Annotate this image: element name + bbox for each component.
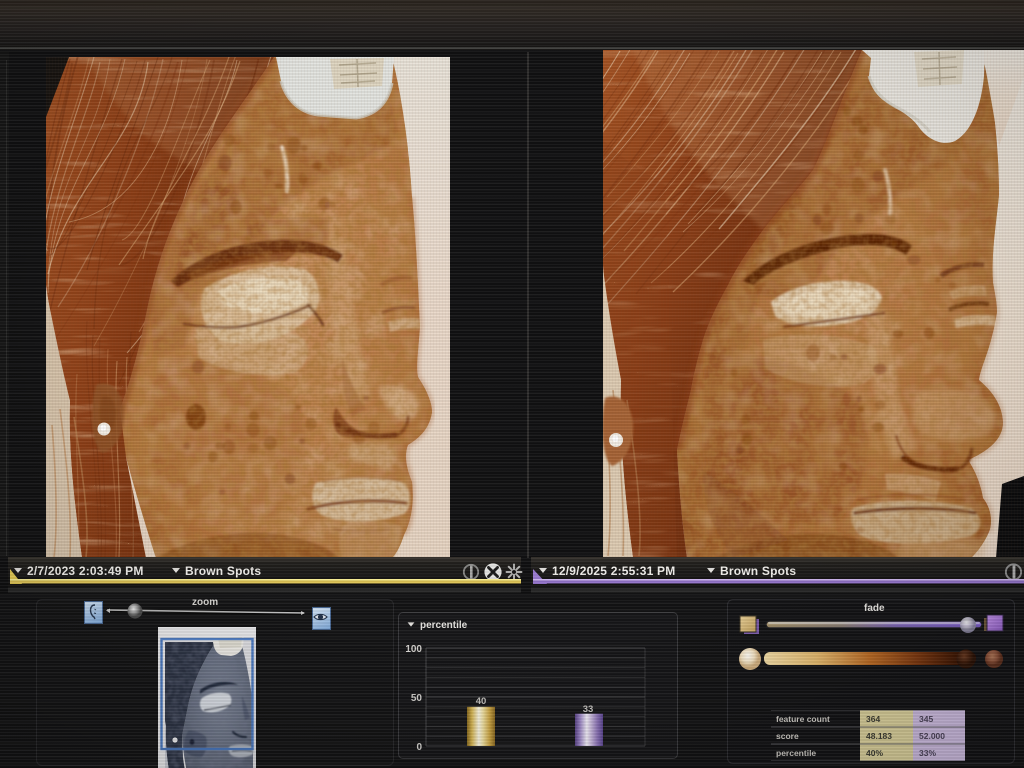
svg-text:50: 50 [411,693,423,704]
svg-text:52.000: 52.000 [919,731,945,741]
svg-text:score: score [776,731,799,741]
svg-text:40: 40 [476,696,487,707]
svg-text:364: 364 [866,714,880,724]
svg-text:0: 0 [416,742,422,753]
svg-text:40%: 40% [866,748,883,758]
svg-text:48.183: 48.183 [866,731,892,741]
svg-text:345: 345 [919,714,933,724]
svg-text:percentile: percentile [776,748,816,758]
svg-text:feature count: feature count [776,714,830,724]
svg-text:33: 33 [583,704,594,715]
svg-text:33%: 33% [919,748,936,758]
svg-text:100: 100 [405,644,422,655]
